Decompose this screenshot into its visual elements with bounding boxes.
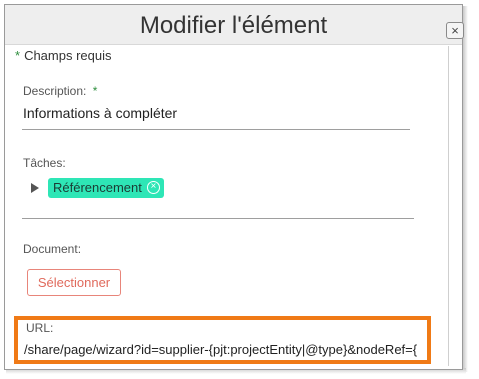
remove-tag-icon[interactable]: × <box>146 181 160 194</box>
task-tag-label: Référencement <box>53 180 142 195</box>
url-highlight-box: URL: /share/page/wizard?id=supplier-{pjt… <box>14 316 431 364</box>
document-label: Document: <box>23 242 82 256</box>
description-field[interactable]: Informations à compléter <box>23 105 177 121</box>
url-field[interactable]: /share/page/wizard?id=supplier-{pjt:proj… <box>24 342 423 357</box>
dialog-title: Modifier l'élément <box>139 12 328 39</box>
description-required-star: * <box>92 84 98 98</box>
dialog-body: * Champs requis Description: * Informatio… <box>5 46 462 370</box>
select-document-button[interactable]: Sélectionner <box>27 269 121 296</box>
description-underline <box>22 129 410 130</box>
url-label: URL: <box>26 321 54 335</box>
tasks-label: Tâches: <box>23 156 66 170</box>
required-note-text: Champs requis <box>24 48 112 63</box>
close-button[interactable]: × <box>446 22 464 39</box>
dialog-title-bar[interactable]: Modifier l'élément × <box>5 5 464 45</box>
scroll-divider <box>448 46 449 366</box>
required-fields-note: * Champs requis <box>15 48 112 63</box>
expand-arrow-icon[interactable] <box>31 183 39 193</box>
required-star: * <box>15 48 21 63</box>
edit-element-dialog: Modifier l'élément × * Champs requis Desc… <box>4 4 464 370</box>
task-tag[interactable]: Référencement × <box>48 178 164 198</box>
tasks-underline <box>22 218 414 219</box>
description-label: Description: * <box>23 84 101 98</box>
description-label-text: Description: <box>23 84 87 98</box>
close-icon: × <box>451 23 459 38</box>
